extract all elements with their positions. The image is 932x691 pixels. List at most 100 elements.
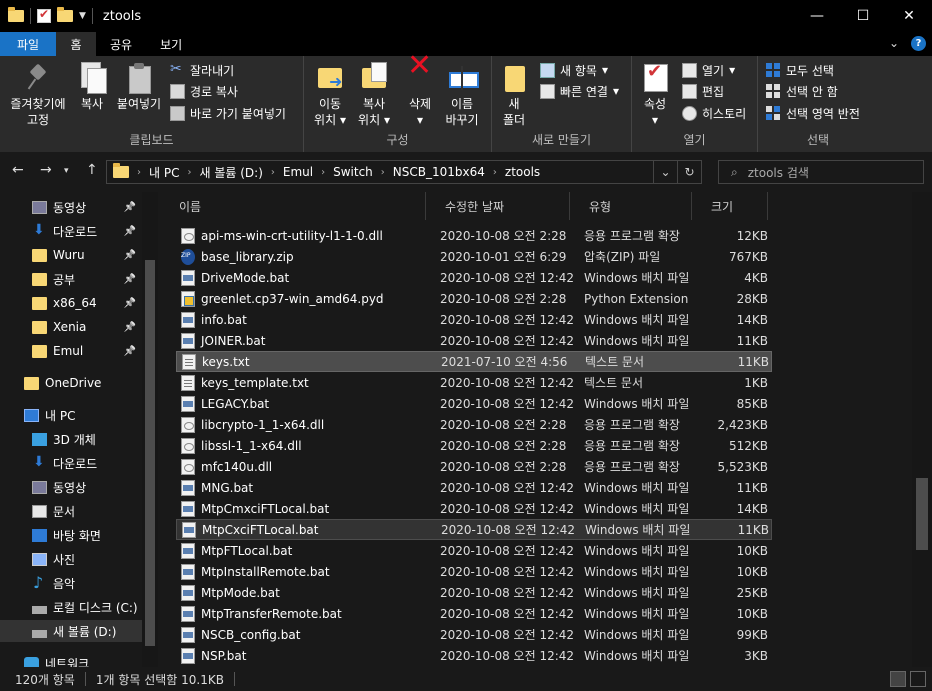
breadcrumb-switch[interactable]: Switch [333,165,373,179]
sidebar-item[interactable]: 공부 📌 [0,268,142,290]
invert-selection-button[interactable]: 선택 영역 반전 [766,103,860,123]
table-row[interactable]: base_library.zip 2020-10-01 오전 6:29 압축(ZIP… [176,246,772,267]
new-item-button[interactable]: 새 항목 ▾ [540,60,608,80]
sidebar-item[interactable]: Xenia 📌 [0,316,142,338]
help-icon[interactable]: ? [911,36,926,51]
customize-quick-access-chevron-icon[interactable]: ▼ [79,11,86,21]
table-row[interactable]: keys_template.txt 2020-10-08 오전 12:42 텍스트 … [176,372,772,393]
delete-dropdown-chevron-icon[interactable]: ▾ [417,112,423,128]
minimize-button[interactable]: — [794,0,840,32]
table-row[interactable]: MtpInstallRemote.bat 2020-10-08 오전 12:42 W… [176,561,772,582]
cut-button[interactable]: 잘라내기 [170,60,234,80]
search-box[interactable]: ⌕ ztools 검색 [718,160,924,184]
refresh-icon[interactable]: ↻ [677,161,701,183]
select-all-button[interactable]: 모두 선택 [766,60,834,80]
table-row[interactable]: MtpCmxciFTLocal.bat 2020-10-08 오전 12:42 Wi… [176,498,772,519]
properties-quick-access-icon[interactable] [37,7,51,23]
large-icons-view-icon[interactable] [910,671,926,687]
file-list-scrollbar-thumb[interactable] [916,478,928,550]
table-row[interactable]: api-ms-win-crt-utility-l1-1-0.dll 2020-10… [176,225,772,246]
breadcrumb-separator-icon[interactable]: › [321,167,325,178]
table-row[interactable]: keys.txt 2021-07-10 오전 4:56 텍스트 문서 11KB [176,351,772,372]
table-row[interactable]: MtpFTLocal.bat 2020-10-08 오전 12:42 Windows… [176,540,772,561]
open-button[interactable]: 열기 ▾ [682,60,735,80]
table-row[interactable]: NSP.bat 2020-10-08 오전 12:42 Windows 배치 파일 3… [176,645,772,666]
sidebar-item[interactable]: 바탕 화면 [0,524,142,546]
table-row[interactable]: libssl-1_1-x64.dll 2020-10-08 오전 2:28 응용 프… [176,435,772,456]
history-button[interactable]: 히스토리 [682,103,746,123]
delete-button[interactable]: 삭제 ▾ [404,58,436,128]
move-to-button[interactable]: 이동 위치 ▾ [310,62,350,128]
file-list-scrollbar[interactable] [912,192,932,667]
copy-button[interactable]: 복사 [74,62,110,112]
column-header-type[interactable]: 유형 [570,192,692,220]
sidebar-item[interactable]: x86_64 📌 [0,292,142,314]
back-arrow-icon[interactable]: ← [12,162,24,178]
paste-shortcut-button[interactable]: 바로 가기 붙여넣기 [170,103,286,123]
table-row[interactable]: NSCB_config.bat 2020-10-08 오전 12:42 Window… [176,624,772,645]
sidebar-item[interactable]: 음악 [0,572,142,594]
details-view-icon[interactable] [890,671,906,687]
column-header-size[interactable]: 크기 [692,192,768,220]
tab-home[interactable]: 홈 [56,32,96,56]
tab-share[interactable]: 공유 [96,32,146,56]
close-button[interactable]: ✕ [886,0,932,32]
breadcrumb-separator-icon[interactable]: › [493,167,497,178]
up-arrow-icon[interactable]: ↑ [86,162,98,178]
table-row[interactable]: MtpTransferRemote.bat 2020-10-08 오전 12:42… [176,603,772,624]
nav-pane-scrollbar-thumb[interactable] [145,260,155,646]
select-none-button[interactable]: 선택 안 함 [766,81,838,101]
table-row[interactable]: LEGACY.bat 2020-10-08 오전 12:42 Windows 배치 … [176,393,772,414]
sidebar-item[interactable]: 문서 [0,500,142,522]
sidebar-item[interactable]: 네트워크 [0,652,142,667]
properties-button[interactable]: 속성 ▾ [638,62,672,128]
sidebar-item[interactable]: 새 볼륨 (D:) [0,620,142,642]
breadcrumb-separator-icon[interactable]: › [381,167,385,178]
sidebar-item[interactable]: OneDrive [0,372,142,394]
breadcrumb-separator-icon[interactable]: › [271,167,275,178]
sidebar-item[interactable]: Wuru 📌 [0,244,142,266]
new-folder-quick-access-icon[interactable] [57,7,73,22]
breadcrumb-ztools[interactable]: ztools [505,165,540,179]
recent-locations-chevron-icon[interactable]: ▾ [64,166,69,176]
table-row[interactable]: MNG.bat 2020-10-08 오전 12:42 Windows 배치 파일 1… [176,477,772,498]
table-row[interactable]: DriveMode.bat 2020-10-08 오전 12:42 Windows … [176,267,772,288]
sidebar-item[interactable]: 다운로드 [0,452,142,474]
forward-arrow-icon[interactable]: → [40,162,52,178]
table-row[interactable]: info.bat 2020-10-08 오전 12:42 Windows 배치 파일… [176,309,772,330]
paste-button[interactable]: 붙여넣기 [114,62,164,112]
table-row[interactable]: libcrypto-1_1-x64.dll 2020-10-08 오전 2:28 응… [176,414,772,435]
table-row[interactable]: mfc140u.dll 2020-10-08 오전 2:28 응용 프로그램 확장 5… [176,456,772,477]
tab-file[interactable]: 파일 [0,32,56,56]
copy-to-button[interactable]: 복사 위치 ▾ [354,62,394,128]
sidebar-item[interactable]: 로컬 디스크 (C:) [0,596,142,618]
sidebar-item[interactable]: Emul 📌 [0,340,142,362]
breadcrumb-nscb[interactable]: NSCB_101bx64 [393,165,485,179]
table-row[interactable]: MtpMode.bat 2020-10-08 오전 12:42 Windows 배치… [176,582,772,603]
new-folder-button[interactable]: 새 폴더 [498,62,530,128]
sidebar-item[interactable]: 3D 개체 [0,428,142,450]
table-row[interactable]: MtpCxciFTLocal.bat 2020-10-08 오전 12:42 Win… [176,519,772,540]
breadcrumb-separator-icon[interactable]: › [187,167,191,178]
breadcrumb-emul[interactable]: Emul [283,165,313,179]
easy-access-button[interactable]: 빠른 연결 ▾ [540,81,619,101]
pin-to-quick-access-button[interactable]: 즐겨찾기에 고정 [6,62,70,128]
address-bar[interactable]: › 내 PC › 새 볼륨 (D:) › Emul › Switch › NSC… [106,160,702,184]
maximize-button[interactable]: ☐ [840,0,886,32]
sidebar-item[interactable]: 동영상 📌 [0,196,142,218]
sidebar-item[interactable]: 동영상 [0,476,142,498]
sidebar-item[interactable]: 사진 [0,548,142,570]
properties-chevron-icon[interactable]: ▾ [652,112,658,128]
nav-pane-scrollbar[interactable] [142,192,158,667]
breadcrumb-my-pc[interactable]: 내 PC [149,164,179,181]
breadcrumb-separator-icon[interactable]: › [137,167,141,178]
rename-button[interactable]: 이름 바꾸기 [442,62,482,128]
copy-path-button[interactable]: 경로 복사 [170,81,238,101]
sidebar-item[interactable]: 다운로드 📌 [0,220,142,242]
collapse-ribbon-chevron-icon[interactable]: ⌄ [889,36,899,51]
address-history-chevron-icon[interactable]: ⌄ [653,161,677,183]
column-header-date[interactable]: 수정한 날짜 [426,192,570,220]
edit-button[interactable]: 편집 [682,81,724,101]
table-row[interactable]: greenlet.cp37-win_amd64.pyd 2020-10-08 오전… [176,288,772,309]
table-row[interactable]: JOINER.bat 2020-10-08 오전 12:42 Windows 배치 … [176,330,772,351]
